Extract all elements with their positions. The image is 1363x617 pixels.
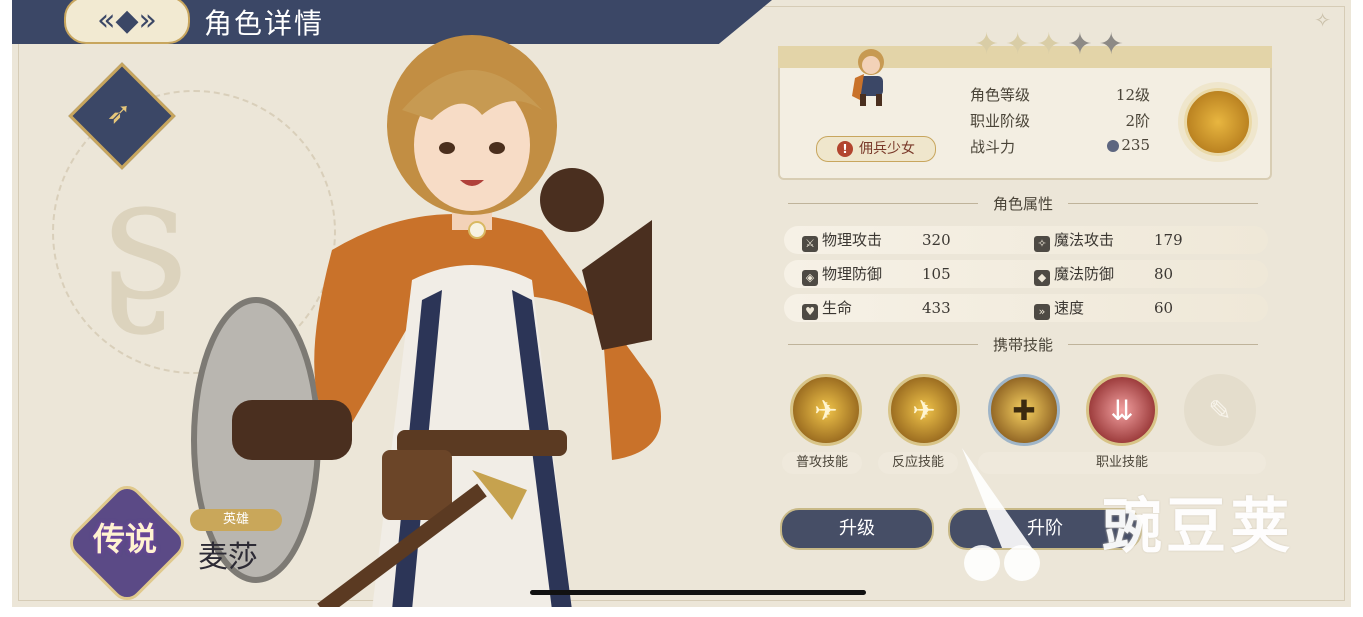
sword-icon: ⚔ [802,236,818,252]
shield-icon: ◈ [802,270,818,286]
magic-shield-icon: ◆ [1034,270,1050,286]
attributes-section-title: 角色属性 [778,193,1268,213]
role-badge[interactable]: ! 佣兵少女 [816,136,936,162]
back-button[interactable]: «◆» [64,0,190,44]
power-row: 战斗力 235 [970,136,1150,156]
star-rating: ✦ ✦ ✦ ✦ ✦ [974,30,1124,60]
counter-skill-icon[interactable]: ✈ [888,374,960,446]
skills-section-title: 携带技能 [778,334,1268,354]
hero-chibi-avatar[interactable] [846,44,896,108]
attribute-physical-attack: ⚔ 物理攻击 320 [802,226,951,254]
star-filled-icon: ✦ [1036,27,1062,62]
hero-name: 麦莎 [198,540,258,575]
basic-attack-skill-icon[interactable]: ✈ [790,374,862,446]
class-skill-strike-icon[interactable]: ⇊ [1086,374,1158,446]
level-row: 角色等级 12级 [970,86,1150,104]
boot-icon: » [1034,304,1050,320]
star-empty-icon: ✦ [1067,27,1093,62]
background-sigil-icon: ʂ [102,140,190,338]
class-skill-shield-icon[interactable]: ✚ [988,374,1060,446]
basic-skill-label: 普攻技能 [782,452,862,474]
attribute-row: ♥ 生命 433 » 速度 60 [784,294,1268,322]
class-rank-row: 职业阶级 2阶 [970,112,1150,130]
attribute-physical-defense: ◈ 物理防御 105 [802,260,951,288]
equipment-medal-icon[interactable] [1184,88,1252,156]
attribute-magic-attack: ✧ 魔法攻击 179 [1034,226,1183,254]
locked-skill-icon[interactable]: ✎ [1184,374,1256,446]
star-filled-icon: ✦ [1005,27,1031,62]
watermark-text: 豌豆荚 [1102,492,1294,562]
back-arrow-icon: «◆» [97,2,157,38]
rarity-label: 传说 [92,520,157,558]
attribute-hp: ♥ 生命 433 [802,294,951,322]
alert-icon: ! [837,141,853,157]
hero-type-tag: 英雄 [190,509,282,531]
heart-icon: ♥ [802,304,818,320]
game-screen: «◆» 角色详情 ✧ ʂ ➶ 传说 英雄 麦莎 ✦ ✦ ✦ ✦ ✦ ! 佣兵少女… [12,0,1351,607]
wand-icon: ✧ [1034,236,1050,252]
home-indicator[interactable] [530,590,866,595]
power-icon [1107,140,1120,152]
star-filled-icon: ✦ [974,27,1000,62]
attribute-magic-defense: ◆ 魔法防御 80 [1034,260,1173,288]
attribute-speed: » 速度 60 [1034,294,1173,322]
star-empty-icon: ✦ [1098,27,1124,62]
bow-class-icon: ➶ [106,95,132,131]
corner-ornament-icon: ✧ [1314,8,1331,32]
attribute-row: ⚔ 物理攻击 320 ✧ 魔法攻击 179 [784,226,1268,254]
attribute-row: ◈ 物理防御 105 ◆ 魔法防御 80 [784,260,1268,288]
upgrade-button[interactable]: 升级 [780,508,934,550]
